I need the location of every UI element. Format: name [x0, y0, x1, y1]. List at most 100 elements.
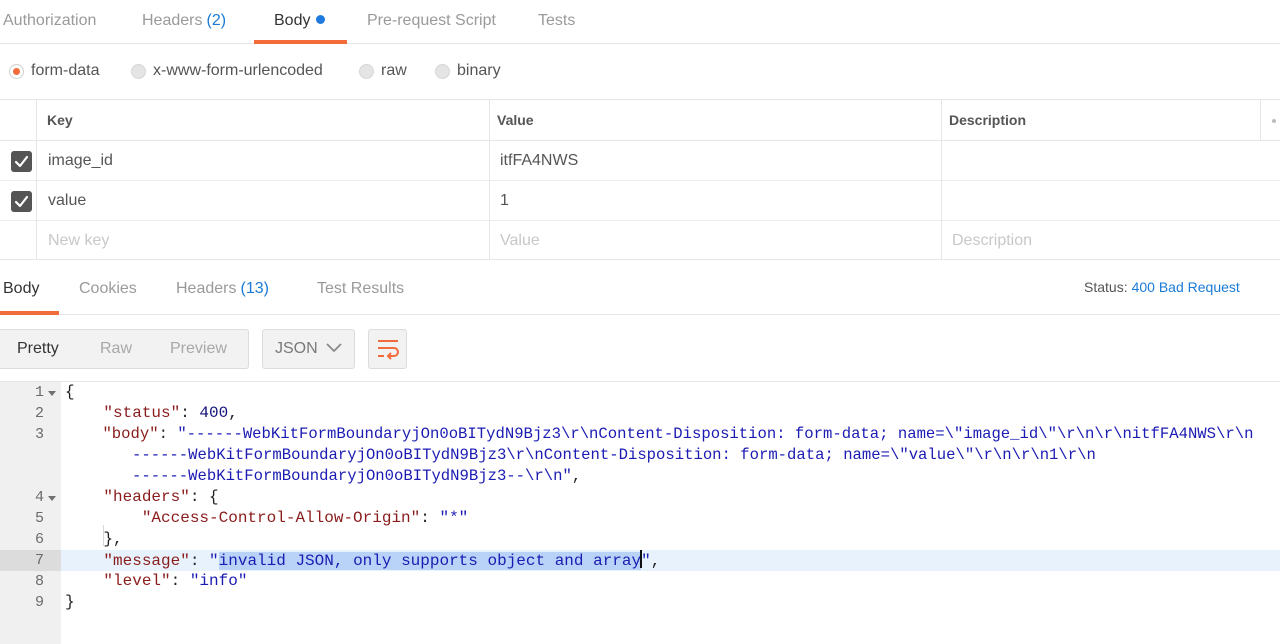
view-mode-raw[interactable]: Raw: [100, 330, 132, 368]
json-string-quote: ": [209, 552, 219, 570]
table-row: image_id itfFA4NWS: [0, 141, 1280, 181]
tab-authorization[interactable]: Authorization: [3, 0, 96, 44]
table-header: Key Value Description: [0, 100, 1280, 141]
response-toolbar: Pretty Raw Preview JSON: [0, 315, 1280, 381]
radio-urlencoded-label: x-www-form-urlencoded: [153, 62, 323, 79]
value-cell[interactable]: 1: [500, 181, 509, 221]
new-row: New key Value Description: [0, 221, 1280, 260]
radio-binary[interactable]: binary: [435, 59, 501, 83]
key-cell[interactable]: image_id: [48, 141, 113, 181]
line-number: 6: [34, 531, 44, 548]
json-string: "------WebKitFormBoundaryjOn0oBITydN9Bjz…: [177, 425, 1254, 443]
radio-checked-icon: [9, 64, 24, 79]
code-line: },: [65, 529, 123, 550]
tab-body-label: Body: [274, 12, 311, 29]
column-menu-icon[interactable]: [1272, 119, 1276, 123]
json-key: "body": [102, 425, 159, 443]
format-dropdown[interactable]: JSON: [262, 329, 355, 369]
checkmark-icon: [14, 155, 29, 168]
code-token: }: [65, 593, 75, 611]
json-key: "status": [103, 404, 181, 422]
tab-tests[interactable]: Tests: [538, 0, 575, 44]
response-tab-headers[interactable]: Headers (13): [176, 280, 269, 298]
response-tab-headers-label: Headers: [176, 280, 237, 297]
new-description-input[interactable]: Description: [952, 221, 1032, 261]
code-line: "status": 400,: [103, 404, 238, 422]
fold-arrow-icon[interactable]: [48, 391, 56, 396]
line-number: 2: [34, 405, 44, 422]
column-divider: [36, 100, 37, 260]
tab-prerequest-label: Pre-request Script: [367, 12, 496, 29]
column-divider: [1260, 100, 1261, 141]
tab-headers[interactable]: Headers (2): [142, 0, 226, 44]
form-data-table: Key Value Description image_id itfFA4NWS…: [0, 100, 1280, 260]
tab-body[interactable]: Body: [274, 0, 326, 44]
tab-authorization-label: Authorization: [3, 12, 97, 29]
json-string: "info": [189, 572, 248, 590]
column-header-key: Key: [47, 112, 73, 128]
code-line: "message": "invalid JSON, only supports …: [103, 550, 661, 570]
line-number: 1: [34, 384, 44, 401]
view-mode-pretty[interactable]: Pretty: [17, 330, 59, 368]
response-tab-cookies[interactable]: Cookies: [79, 280, 137, 298]
column-header-description: Description: [949, 112, 1027, 128]
json-string: ------WebKitFormBoundaryjOn0oBITydN9Bjz3…: [132, 467, 572, 485]
body-type-selector: form-data x-www-form-urlencoded raw bina…: [0, 44, 1280, 100]
radio-raw[interactable]: raw: [359, 59, 407, 83]
code-token: {: [65, 383, 75, 401]
radio-unchecked-icon: [435, 64, 450, 79]
code-line: "body": "------WebKitFormBoundaryjOn0oBI…: [102, 425, 1254, 443]
code-line: "level": "info": [103, 572, 248, 590]
tab-headers-label: Headers: [142, 12, 203, 29]
response-body-editor[interactable]: 1 2 3 4 5 6 7 8 9 { "status": 400, "body…: [0, 381, 1280, 644]
checkmark-icon: [14, 195, 29, 208]
response-tabs: Body Cookies Headers (13) Test Results St…: [0, 260, 1280, 315]
fold-arrow-icon[interactable]: [48, 496, 56, 501]
code-token: },: [103, 530, 123, 548]
radio-unchecked-icon: [131, 64, 146, 79]
json-key: "Access-Control-Allow-Origin": [141, 509, 421, 527]
json-key: "message": [103, 552, 190, 570]
new-key-input[interactable]: New key: [48, 221, 109, 261]
radio-unchecked-icon: [359, 64, 374, 79]
format-dropdown-label: JSON: [275, 340, 318, 357]
response-status: Status: 400 Bad Request: [1084, 279, 1240, 295]
wrap-lines-button[interactable]: [368, 329, 407, 369]
code-line: "headers": {: [103, 488, 219, 506]
column-header-value: Value: [497, 112, 534, 128]
row-enabled-checkbox[interactable]: [11, 191, 32, 212]
line-number: 4: [34, 489, 44, 506]
request-tabs: Authorization Headers (2) Body Pre-reques…: [0, 0, 1280, 44]
description-cell[interactable]: [952, 141, 1272, 181]
radio-form-data[interactable]: form-data: [9, 59, 99, 83]
view-mode-segmented-control: Pretty Raw Preview: [0, 329, 249, 369]
line-number: 9: [34, 594, 44, 611]
code-line-wrapped: ------WebKitFormBoundaryjOn0oBITydN9Bjz3…: [132, 467, 582, 485]
json-key: "headers": [103, 488, 190, 506]
radio-binary-label: binary: [457, 62, 501, 79]
new-value-input[interactable]: Value: [500, 221, 540, 261]
column-divider: [941, 100, 942, 260]
modified-dot-icon: [316, 15, 326, 24]
selected-text: invalid JSON, only supports object and a…: [218, 552, 642, 570]
tab-prerequest-script[interactable]: Pre-request Script: [367, 0, 496, 44]
value-cell[interactable]: itfFA4NWS: [500, 141, 578, 181]
code-line: }: [65, 592, 75, 613]
response-headers-count-badge: (13): [240, 280, 269, 297]
radio-urlencoded[interactable]: x-www-form-urlencoded: [131, 59, 323, 83]
json-string: ------WebKitFormBoundaryjOn0oBITydN9Bjz3…: [132, 446, 1096, 464]
response-tab-body[interactable]: Body: [3, 280, 39, 298]
code-line: {: [65, 382, 75, 403]
view-mode-preview[interactable]: Preview: [170, 330, 227, 368]
json-string: "*": [439, 509, 469, 527]
headers-count-badge: (2): [206, 12, 227, 29]
row-enabled-checkbox[interactable]: [11, 151, 32, 172]
status-value: 400 Bad Request: [1131, 279, 1240, 295]
column-divider: [489, 100, 490, 260]
json-number: 400: [199, 404, 229, 422]
response-tab-test-results[interactable]: Test Results: [317, 280, 404, 298]
json-key: "level": [103, 572, 171, 590]
key-cell[interactable]: value: [48, 181, 86, 221]
tab-tests-label: Tests: [538, 12, 576, 29]
description-cell[interactable]: [952, 181, 1272, 221]
